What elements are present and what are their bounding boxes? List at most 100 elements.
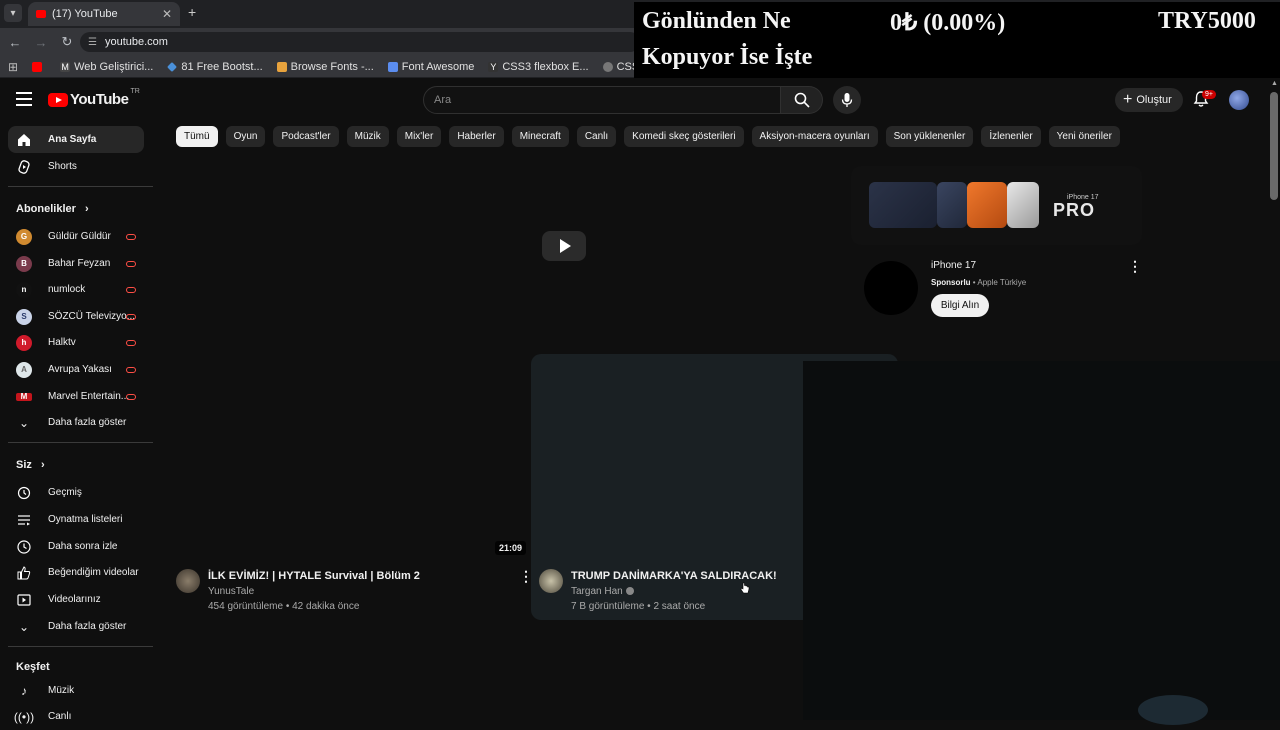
channel-avatar[interactable] bbox=[539, 569, 563, 593]
sidebar-item-subscription[interactable]: M Marvel Entertain... bbox=[8, 383, 144, 410]
sidebar-item-label: Videolarınız bbox=[48, 594, 101, 605]
close-tab-icon[interactable]: ✕ bbox=[162, 7, 172, 21]
youtube-logo[interactable]: YouTube TR bbox=[48, 88, 140, 108]
bookmark-web-gelistirici[interactable]: M Web Geliştirici... bbox=[60, 61, 153, 73]
more-options-icon[interactable]: ⋮ bbox=[1128, 258, 1142, 275]
chip-mixes[interactable]: Mix'ler bbox=[396, 126, 442, 147]
overlay-donation-goal: TRY5000 bbox=[1158, 8, 1256, 34]
create-label: Oluştur bbox=[1136, 94, 1172, 106]
forward-icon[interactable]: → bbox=[30, 35, 52, 50]
home-icon bbox=[16, 132, 32, 148]
chip-gaming[interactable]: Oyun bbox=[225, 126, 266, 147]
sidebar-item-liked-videos[interactable]: Beğendiğim videolar bbox=[8, 559, 144, 586]
video-icon bbox=[16, 592, 32, 608]
site-info-icon[interactable]: ☰ bbox=[88, 37, 97, 48]
subscriptions-heading[interactable]: Abonelikler › bbox=[16, 203, 89, 215]
sidebar-item-home[interactable]: Ana Sayfa bbox=[8, 126, 144, 153]
plus-icon: + bbox=[1123, 91, 1133, 108]
new-tab-button[interactable]: + bbox=[188, 4, 196, 20]
thumbs-up-icon bbox=[16, 565, 32, 581]
channel-avatar[interactable] bbox=[176, 569, 200, 593]
chip-watched[interactable]: İzlenenler bbox=[981, 126, 1041, 147]
address-bar[interactable]: ☰ youtube.com bbox=[80, 32, 640, 52]
you-heading[interactable]: Siz › bbox=[16, 459, 45, 471]
phone-image bbox=[967, 182, 1007, 228]
diamond-icon bbox=[167, 61, 178, 72]
mouse-pointer-icon bbox=[740, 582, 750, 594]
sidebar-item-music[interactable]: ♪ Müzik bbox=[8, 677, 144, 704]
browser-tab[interactable]: (17) YouTube ✕ bbox=[28, 2, 180, 26]
google-fonts-icon bbox=[276, 61, 287, 72]
sidebar-item-history[interactable]: Geçmiş bbox=[8, 479, 144, 506]
search-button[interactable] bbox=[781, 86, 823, 114]
sidebar-item-playlists[interactable]: Oynatma listeleri bbox=[8, 506, 144, 533]
sidebar-item-label: SÖZCÜ Televizyo... bbox=[48, 311, 136, 322]
create-button[interactable]: + Oluştur bbox=[1115, 88, 1183, 112]
phone-image bbox=[1007, 182, 1039, 228]
view-count: 454 görüntüleme bbox=[208, 601, 284, 612]
chip-music[interactable]: Müzik bbox=[346, 126, 389, 147]
apps-icon[interactable]: ⊞ bbox=[8, 60, 18, 74]
sidebar-item-shorts[interactable]: Shorts bbox=[8, 153, 144, 180]
sidebar-item-subscription[interactable]: n numlock bbox=[8, 276, 144, 303]
sidebar-item-subscription[interactable]: B Bahar Feyzan bbox=[8, 250, 144, 277]
sidebar-item-live[interactable]: ((•)) Canlı bbox=[8, 703, 144, 730]
chip-all[interactable]: Tümü bbox=[176, 126, 218, 147]
country-code: TR bbox=[130, 88, 140, 95]
page-scrollbar[interactable] bbox=[1270, 92, 1278, 200]
chip-recently-uploaded[interactable]: Son yüklenenler bbox=[885, 126, 974, 147]
channel-avatar: n bbox=[16, 281, 32, 298]
sidebar-item-label: Müzik bbox=[48, 685, 75, 696]
show-more-you[interactable]: ⌄ Daha fazla göster bbox=[8, 613, 144, 640]
webcam-light bbox=[1138, 695, 1208, 725]
play-icon[interactable] bbox=[542, 231, 586, 261]
chip-live[interactable]: Canlı bbox=[576, 126, 617, 147]
webcam-overlay bbox=[803, 361, 1280, 725]
chip-action-adventure[interactable]: Aksiyon-macera oyunları bbox=[751, 126, 878, 147]
video-title[interactable]: İLK EVİMİZ! | HYTALE Survival | Bölüm 2 bbox=[208, 570, 420, 582]
notification-count-badge: 9+ bbox=[1202, 90, 1216, 99]
channel-name[interactable]: Targan Han bbox=[571, 586, 634, 597]
sidebar-item-subscription[interactable]: G Güldür Güldür bbox=[8, 223, 144, 250]
sidebar-divider bbox=[8, 646, 153, 647]
sidebar-divider bbox=[8, 186, 153, 187]
sidebar-item-watch-later[interactable]: Daha sonra izle bbox=[8, 533, 144, 560]
sidebar-item-subscription[interactable]: A Avrupa Yakası bbox=[8, 356, 144, 383]
channel-name[interactable]: YunusTale bbox=[208, 586, 254, 597]
you-title: Siz bbox=[16, 459, 32, 471]
account-avatar[interactable] bbox=[1229, 90, 1249, 110]
chevron-down-icon: ⌄ bbox=[18, 415, 30, 430]
tab-search-button[interactable]: ▾ bbox=[4, 4, 22, 22]
bookmark-label: Font Awesome bbox=[401, 60, 475, 73]
chip-minecraft[interactable]: Minecraft bbox=[511, 126, 569, 147]
learn-more-button[interactable]: Bilgi Alın bbox=[931, 294, 989, 317]
bookmark-bootstrap[interactable]: 81 Free Bootst... bbox=[167, 61, 263, 73]
live-indicator-icon bbox=[126, 286, 136, 293]
scroll-up-icon[interactable]: ▲ bbox=[1271, 80, 1278, 87]
bookmark-font-awesome[interactable]: Font Awesome bbox=[387, 60, 475, 73]
bookmark-browse-fonts[interactable]: Browse Fonts -... bbox=[276, 61, 374, 73]
apple-logo-icon[interactable] bbox=[864, 261, 918, 315]
chip-podcasts[interactable]: Podcast'ler bbox=[273, 126, 339, 147]
ad-title[interactable]: iPhone 17 bbox=[931, 260, 976, 271]
bookmark-youtube[interactable] bbox=[32, 61, 46, 72]
subscriptions-title: Abonelikler bbox=[16, 203, 76, 215]
back-icon[interactable]: ← bbox=[4, 35, 26, 50]
chip-new-to-you[interactable]: Yeni öneriler bbox=[1048, 126, 1120, 147]
sidebar-item-your-videos[interactable]: Videolarınız bbox=[8, 586, 144, 613]
voice-search-button[interactable] bbox=[833, 86, 861, 114]
hamburger-menu-icon[interactable] bbox=[16, 92, 32, 106]
chip-comedy-sketches[interactable]: Komedi skeç gösterileri bbox=[624, 126, 744, 147]
reload-icon[interactable]: ↻ bbox=[56, 34, 78, 50]
sidebar-item-label: numlock bbox=[48, 284, 86, 295]
live-indicator-icon bbox=[126, 339, 136, 346]
video-title[interactable]: TRUMP DANİMARKA'YA SALDIRACAK! bbox=[571, 570, 777, 582]
show-more-subscriptions[interactable]: ⌄ Daha fazla göster bbox=[8, 409, 144, 436]
sidebar-item-subscription[interactable]: S SÖZCÜ Televizyo... bbox=[8, 303, 144, 330]
search-input[interactable]: Ara bbox=[423, 86, 781, 114]
ad-banner-image[interactable]: iPhone 17 PRO bbox=[851, 166, 1142, 245]
microphone-icon bbox=[841, 93, 853, 107]
sidebar-item-subscription[interactable]: h Halktv bbox=[8, 329, 144, 356]
bookmark-css3-flexbox[interactable]: Y CSS3 flexbox E... bbox=[488, 61, 589, 73]
chip-news[interactable]: Haberler bbox=[449, 126, 504, 147]
